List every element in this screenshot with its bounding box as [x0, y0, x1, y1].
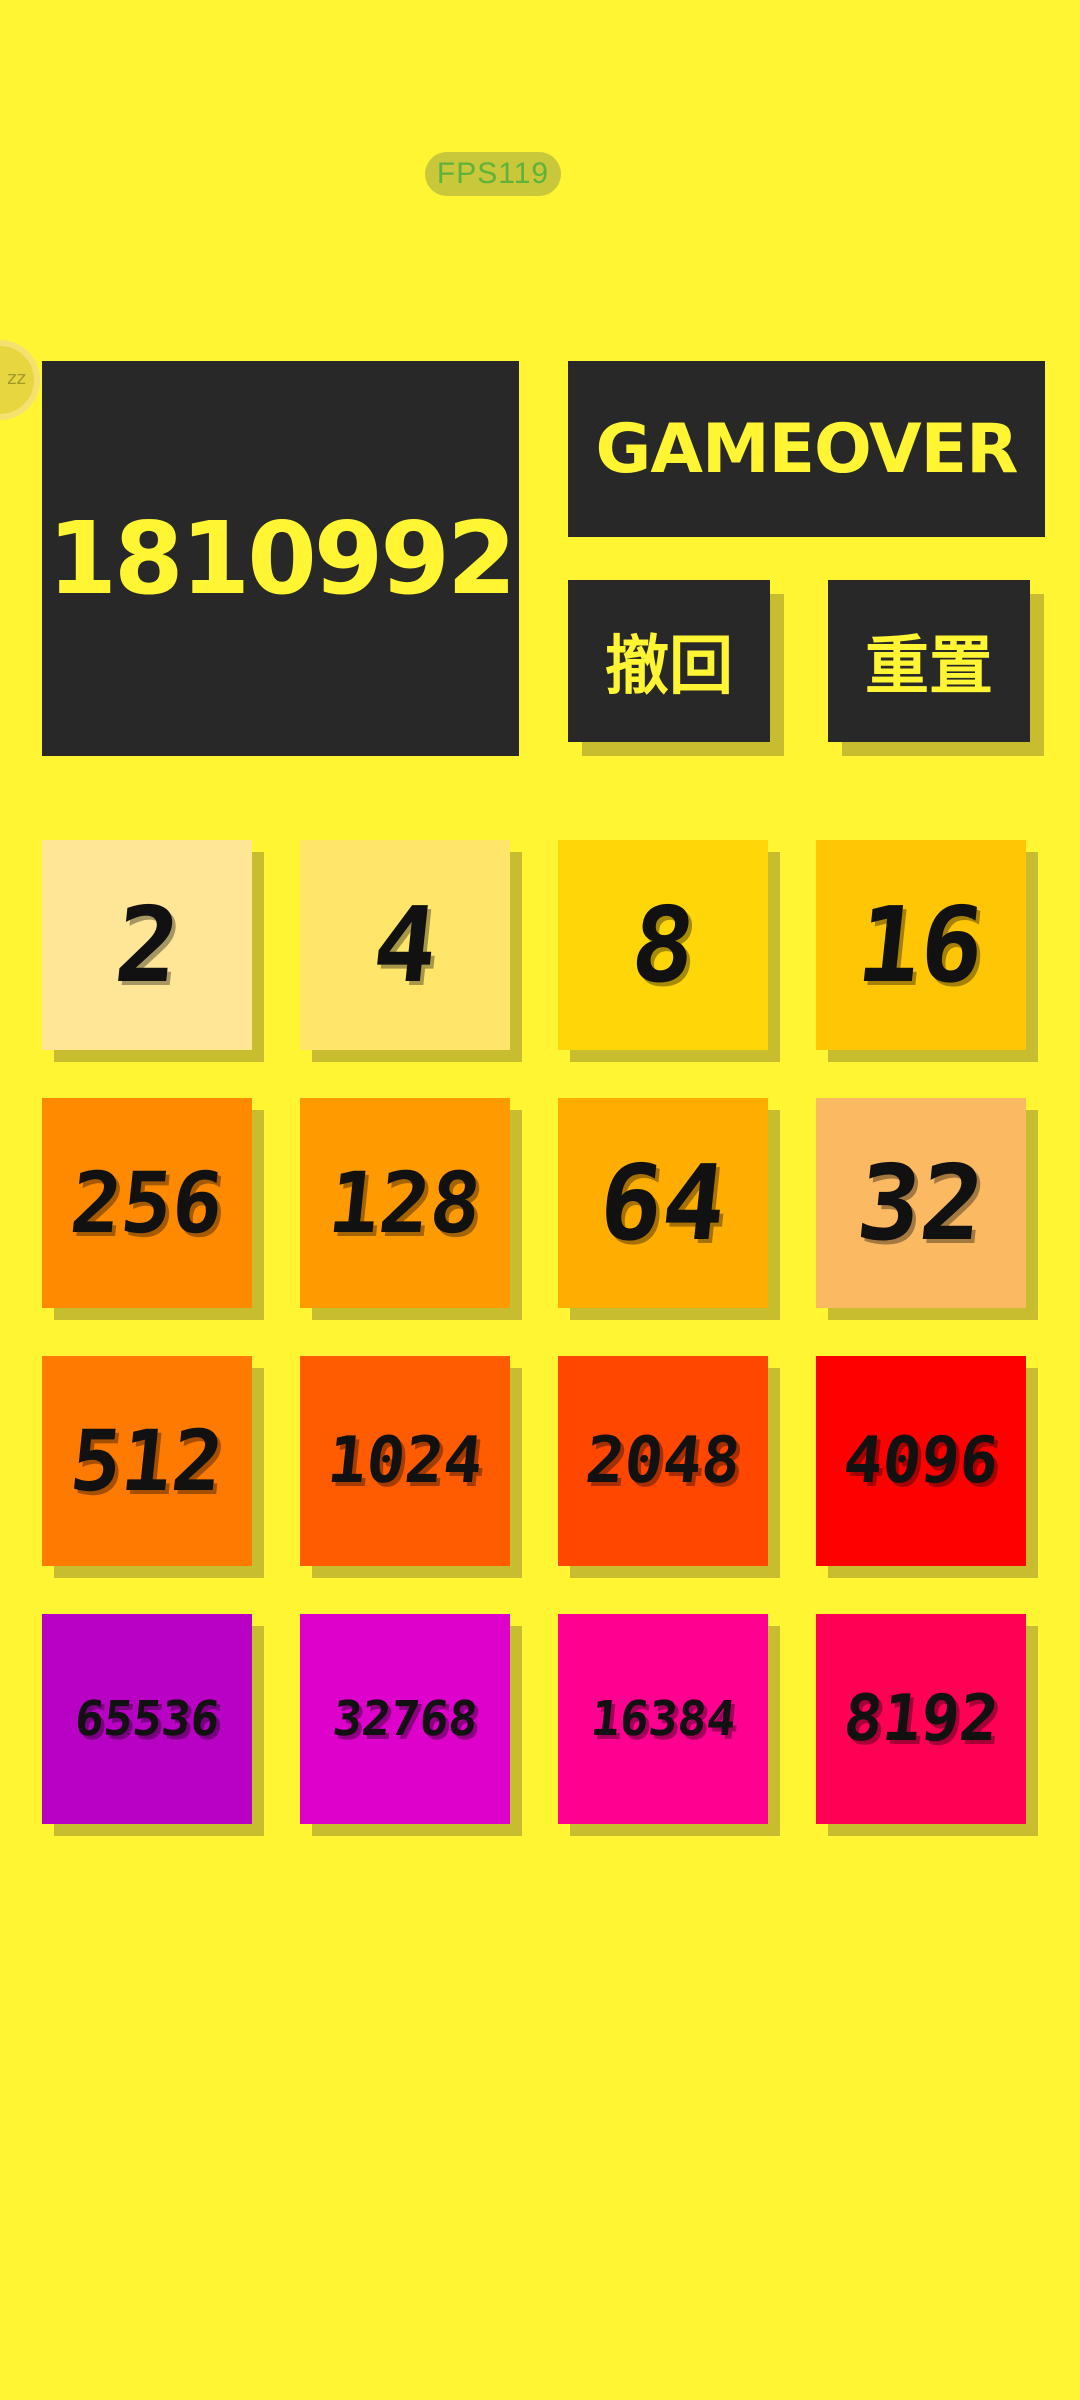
- reset-button-label: 重置: [865, 630, 993, 704]
- undo-button[interactable]: 撤回: [568, 580, 770, 742]
- tile-value: 4096: [840, 1424, 1002, 1498]
- undo-button-label: 撤回: [605, 630, 733, 704]
- tile: 16: [816, 840, 1026, 1050]
- tile: 2: [42, 840, 252, 1050]
- tile: 128: [300, 1098, 510, 1308]
- tile: 32768: [300, 1614, 510, 1824]
- tile-value: 16384: [587, 1691, 739, 1747]
- tile: 2048: [558, 1356, 768, 1566]
- tile: 16384: [558, 1614, 768, 1824]
- floating-assistant-icon[interactable]: zz: [0, 340, 40, 420]
- tile: 512: [42, 1356, 252, 1566]
- game-status-panel: GAMEOVER: [568, 361, 1045, 537]
- score-panel: 1810992: [42, 361, 519, 756]
- tile-value: 256: [65, 1154, 229, 1252]
- tile-value: 16: [851, 884, 991, 1006]
- tile: 64: [558, 1098, 768, 1308]
- tile-value: 512: [65, 1412, 229, 1510]
- tile: 65536: [42, 1614, 252, 1824]
- tile: 4096: [816, 1356, 1026, 1566]
- game-board[interactable]: 2 4 8 16 256 128 64 32 512 1024 2048 409…: [42, 840, 1042, 1825]
- tile-value: 128: [323, 1154, 487, 1252]
- tile-value: 32: [851, 1142, 991, 1264]
- tile-value: 8: [625, 884, 701, 1006]
- fps-counter: FPS119: [425, 152, 561, 196]
- tile: 1024: [300, 1356, 510, 1566]
- tile: 256: [42, 1098, 252, 1308]
- game-status-text: GAMEOVER: [595, 409, 1019, 489]
- tile-value: 2: [109, 884, 185, 1006]
- tile-value: 32768: [329, 1691, 481, 1747]
- tile-value: 65536: [71, 1691, 223, 1747]
- tile-value: 64: [593, 1142, 733, 1264]
- tile-value: 8192: [840, 1682, 1002, 1756]
- tile-value: 1024: [324, 1424, 486, 1498]
- floating-assistant-glyph: zz: [7, 368, 26, 389]
- tile: 8: [558, 840, 768, 1050]
- reset-button[interactable]: 重置: [828, 580, 1030, 742]
- tile: 8192: [816, 1614, 1026, 1824]
- tile: 4: [300, 840, 510, 1050]
- tile-value: 2048: [582, 1424, 744, 1498]
- tile: 32: [816, 1098, 1026, 1308]
- score-value: 1810992: [47, 500, 516, 617]
- tile-value: 4: [367, 884, 443, 1006]
